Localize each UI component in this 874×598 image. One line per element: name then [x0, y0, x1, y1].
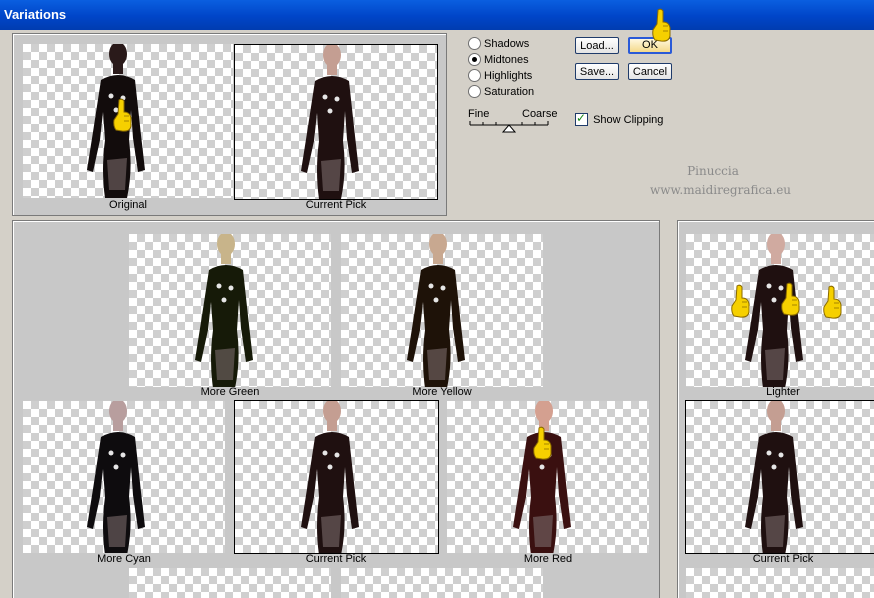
- radio-circle[interactable]: [468, 69, 481, 82]
- radio-shadows[interactable]: Shadows: [468, 37, 529, 51]
- hand-pointer-icon: [730, 284, 750, 318]
- window-title: Variations: [4, 7, 67, 22]
- slider-thumb-icon: [501, 124, 517, 133]
- hand-pointer-icon: [112, 98, 132, 132]
- watermark-line-1: Pinuccia: [687, 164, 739, 178]
- more-yellow-preview[interactable]: [341, 234, 543, 387]
- watermark: Pinuccia www.maidiregrafica.eu: [650, 164, 792, 197]
- top-preview-panel: Original Current Pick: [12, 33, 447, 216]
- fine-coarse-slider[interactable]: [468, 119, 552, 133]
- more-green-preview[interactable]: [129, 234, 331, 387]
- radio-midtones[interactable]: Midtones: [468, 53, 529, 67]
- cancel-button[interactable]: Cancel: [628, 63, 672, 80]
- radio-circle[interactable]: [468, 37, 481, 50]
- current-pick-right-caption: Current Pick: [752, 553, 814, 565]
- bottom-row-preview[interactable]: [129, 568, 331, 598]
- more-yellow-caption: More Yellow: [412, 386, 472, 398]
- radio-highlights[interactable]: Highlights: [468, 69, 532, 83]
- hand-pointer-icon: [532, 426, 552, 460]
- save-button[interactable]: Save...: [575, 63, 619, 80]
- current-pick-center-caption: Current Pick: [305, 553, 367, 565]
- hand-pointer-icon: [651, 8, 671, 42]
- show-clipping-checkbox[interactable]: Show Clipping: [575, 111, 664, 126]
- more-cyan-preview[interactable]: [23, 401, 225, 553]
- hand-pointer-icon: [822, 285, 842, 319]
- current-pick-center-preview[interactable]: [234, 400, 439, 554]
- radio-circle[interactable]: [468, 53, 481, 66]
- bottom-row-preview[interactable]: [341, 568, 543, 598]
- more-red-caption: More Red: [523, 553, 573, 565]
- current-pick-caption: Current Pick: [305, 199, 367, 211]
- watermark-line-2: www.maidiregrafica.eu: [650, 183, 792, 197]
- darker-preview[interactable]: [686, 568, 874, 598]
- brightness-panel: Lighter Current Pick: [677, 220, 874, 598]
- show-clipping-label: Show Clipping: [593, 113, 664, 126]
- checkbox-box[interactable]: [575, 111, 588, 126]
- radio-saturation[interactable]: Saturation: [468, 85, 534, 99]
- more-cyan-caption: More Cyan: [97, 553, 151, 565]
- original-caption: Original: [109, 199, 147, 211]
- title-bar: Variations: [0, 0, 874, 30]
- lighter-caption: Lighter: [766, 386, 800, 398]
- current-pick-preview: [234, 44, 438, 200]
- current-pick-right-preview[interactable]: [685, 400, 874, 554]
- radio-circle[interactable]: [468, 85, 481, 98]
- more-green-caption: More Green: [200, 386, 260, 398]
- more-red-preview[interactable]: [447, 401, 649, 553]
- load-button[interactable]: Load...: [575, 37, 619, 54]
- color-variations-panel: More Green More Yellow More Cyan Current…: [12, 220, 660, 598]
- hand-pointer-icon: [780, 282, 800, 316]
